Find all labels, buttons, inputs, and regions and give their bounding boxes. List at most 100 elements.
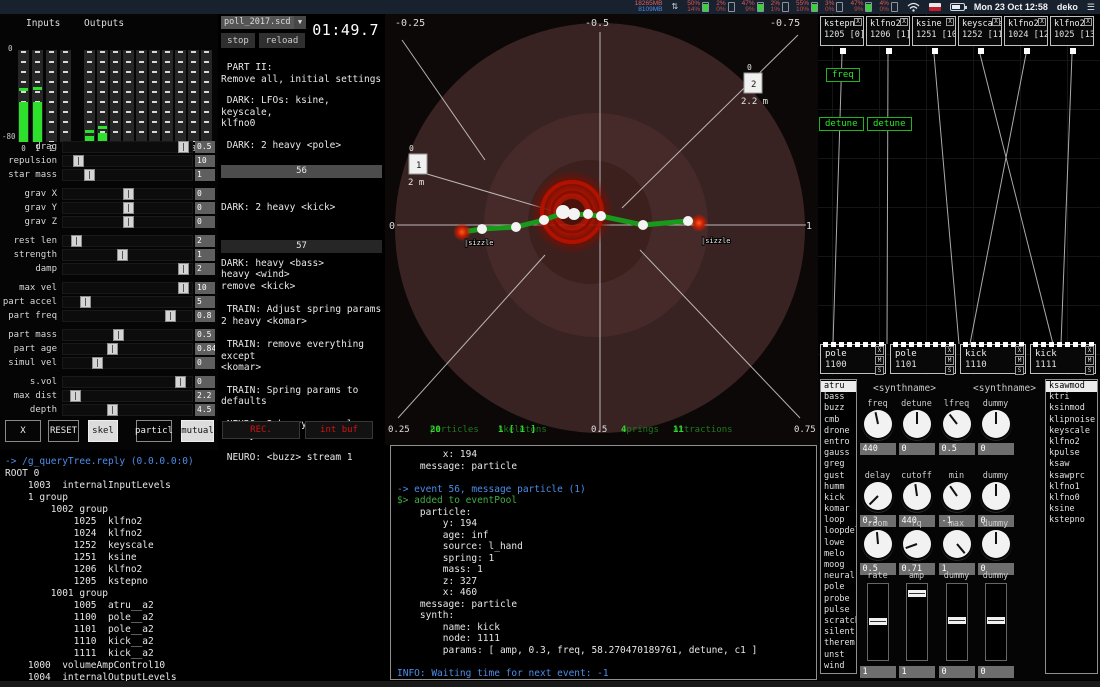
input-port[interactable]	[995, 342, 1000, 347]
particl-button[interactable]: particl	[136, 420, 172, 442]
param-slider[interactable]	[62, 169, 193, 181]
input-port[interactable]	[933, 342, 938, 347]
synth-list-item[interactable]: drone	[821, 426, 856, 437]
s-button[interactable]: S	[1015, 366, 1024, 375]
slider-handle[interactable]	[178, 141, 189, 153]
x-button[interactable]: X	[5, 420, 41, 442]
fader-handle[interactable]	[869, 618, 887, 625]
param-slider[interactable]	[62, 310, 193, 322]
particle-visualization[interactable]: 131,-1 0 1 2 m 0 2 2.2 m -0.25 -0.5 -0.7…	[385, 14, 818, 445]
dummy-fader[interactable]	[946, 583, 968, 661]
dummy-fader[interactable]	[985, 583, 1007, 661]
synth-list-item[interactable]: cmb	[821, 415, 856, 426]
input-port[interactable]	[1049, 342, 1054, 347]
cue-progress-bar[interactable]: 57	[221, 240, 382, 253]
node-output-port[interactable]	[1070, 48, 1076, 54]
reload-button[interactable]: reload	[259, 33, 305, 48]
slider-handle[interactable]	[175, 376, 186, 388]
menubar-user[interactable]: deko	[1057, 2, 1078, 12]
param-slider[interactable]	[62, 390, 193, 402]
cutoff-knob[interactable]	[903, 482, 931, 510]
lfo-list-item[interactable]: ksawmod	[1046, 381, 1097, 392]
s-button[interactable]: S	[1085, 366, 1094, 375]
close-icon[interactable]: X	[1038, 18, 1046, 26]
lfo-list-item[interactable]: ksawprc	[1046, 471, 1097, 482]
slider-handle[interactable]	[123, 188, 134, 200]
lfo-node[interactable]: ksineX1251 [10]	[912, 16, 956, 46]
slider-handle[interactable]	[178, 263, 189, 275]
battery-icon[interactable]	[950, 3, 965, 11]
close-icon[interactable]: X	[900, 18, 908, 26]
m-button[interactable]: M	[945, 356, 954, 365]
lfo-list-item[interactable]: kpulse	[1046, 448, 1097, 459]
synth-list-item[interactable]: entro	[821, 437, 856, 448]
synth-list-item[interactable]: komar	[821, 504, 856, 515]
node-output-port[interactable]	[840, 48, 846, 54]
synth-list-item[interactable]: pole	[821, 582, 856, 593]
dummy-knob[interactable]	[982, 482, 1010, 510]
param-slider[interactable]	[62, 141, 193, 153]
param-slider[interactable]	[62, 155, 193, 167]
param-slider[interactable]	[62, 202, 193, 214]
synth-list-item[interactable]: loopdel	[821, 526, 856, 537]
lfo-list-item[interactable]: kstepno	[1046, 515, 1097, 526]
param-slider[interactable]	[62, 357, 193, 369]
detune-knob[interactable]	[903, 410, 931, 438]
synth-list-item[interactable]: scratch	[821, 616, 856, 627]
input-port[interactable]	[979, 342, 984, 347]
lfo-list-item[interactable]: keyscale	[1046, 426, 1097, 437]
close-icon[interactable]: X	[854, 18, 862, 26]
skel-button[interactable]: skel	[88, 420, 118, 442]
delay-knob[interactable]	[864, 482, 892, 510]
lfo-node[interactable]: klfno2X1206 [1]	[866, 16, 910, 46]
input-port[interactable]	[1003, 342, 1008, 347]
param-slider[interactable]	[62, 343, 193, 355]
param-slider[interactable]	[62, 296, 193, 308]
param-slider[interactable]	[62, 376, 193, 388]
node-tree-console[interactable]: -> /g_queryTree.reply (0.0.0.0:0)ROOT 0 …	[5, 456, 387, 686]
m-button[interactable]: M	[1015, 356, 1024, 365]
synth-node[interactable]: kick1111XMS	[1030, 344, 1096, 374]
input-port[interactable]	[1033, 342, 1038, 347]
input-port[interactable]	[963, 342, 968, 347]
param-slider[interactable]	[62, 216, 193, 228]
synth-list-item[interactable]: atru	[821, 381, 856, 392]
synth-list-item[interactable]: silent	[821, 627, 856, 638]
input-port[interactable]	[901, 342, 906, 347]
input-port[interactable]	[1041, 342, 1046, 347]
synth-list-item[interactable]: loop	[821, 515, 856, 526]
input-port[interactable]	[925, 342, 930, 347]
int-buf-button[interactable]: int buf	[305, 421, 373, 439]
slider-handle[interactable]	[178, 282, 189, 294]
input-port[interactable]	[823, 342, 828, 347]
param-slider[interactable]	[62, 282, 193, 294]
fader-handle[interactable]	[908, 590, 926, 597]
freq-knob[interactable]	[864, 410, 892, 438]
lfo-list-item[interactable]: ktri	[1046, 392, 1097, 403]
input-port[interactable]	[1065, 342, 1070, 347]
amp-fader[interactable]	[906, 583, 928, 661]
score-file-select[interactable]: poll_2017.scd ▼	[221, 16, 306, 29]
lfo-list-item[interactable]: ksaw	[1046, 459, 1097, 470]
x-button[interactable]: X	[1015, 346, 1024, 355]
lfo-list-item[interactable]: klipnoise	[1046, 415, 1097, 426]
stop-button[interactable]: stop	[221, 33, 255, 48]
dummy-knob[interactable]	[982, 410, 1010, 438]
param-tag-freq[interactable]: freq	[826, 68, 860, 82]
min-knob[interactable]	[943, 482, 971, 510]
close-icon[interactable]: X	[992, 18, 1000, 26]
language-flag-icon[interactable]	[929, 3, 941, 11]
synth-list-item[interactable]: buzz	[821, 403, 856, 414]
slider-handle[interactable]	[107, 404, 118, 416]
lfo-list-item[interactable]: klfno2	[1046, 437, 1097, 448]
input-port[interactable]	[971, 342, 976, 347]
rq-knob[interactable]	[903, 530, 931, 558]
slider-handle[interactable]	[84, 169, 95, 181]
m-button[interactable]: M	[875, 356, 884, 365]
lfo-node[interactable]: klfno2X1025 [13]	[1050, 16, 1094, 46]
input-port[interactable]	[863, 342, 868, 347]
wifi-icon[interactable]	[907, 2, 920, 12]
synth-list-item[interactable]: kick	[821, 493, 856, 504]
synth-list-item[interactable]: bass	[821, 392, 856, 403]
slider-handle[interactable]	[123, 216, 134, 228]
